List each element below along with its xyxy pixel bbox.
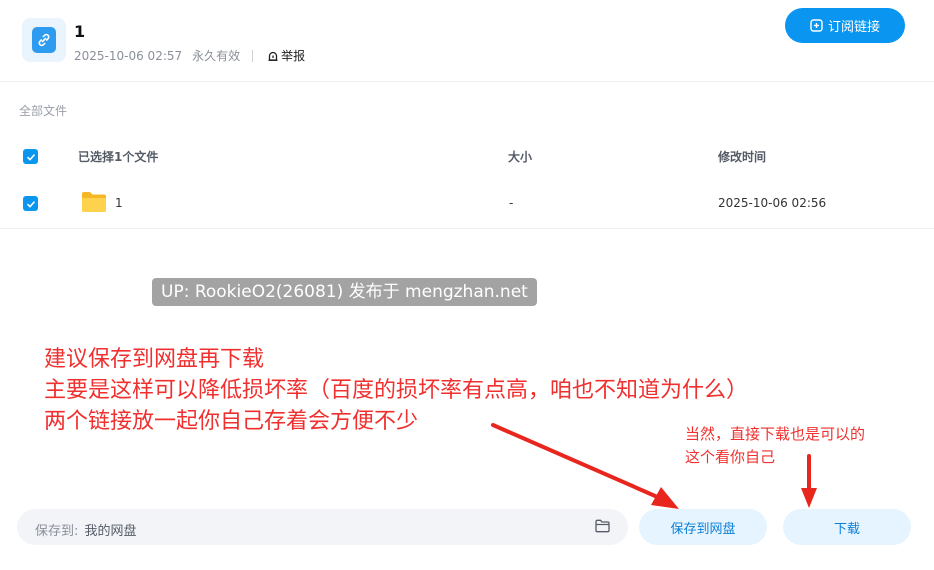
save-path-label: 保存到: 我的网盘	[35, 520, 137, 539]
save-to-netdisk-button[interactable]: 保存到网盘	[639, 509, 767, 545]
download-button[interactable]: 下载	[783, 509, 911, 545]
save-to-path: 我的网盘	[84, 524, 137, 539]
save-path-field[interactable]: 保存到: 我的网盘	[17, 509, 628, 545]
choose-folder-icon[interactable]	[595, 519, 610, 533]
arrow-head-save	[651, 487, 679, 509]
arrow-head-download	[801, 488, 817, 508]
save-to-label: 保存到:	[35, 524, 79, 539]
arrow-to-save	[491, 423, 664, 501]
annotation-arrows	[491, 423, 817, 509]
